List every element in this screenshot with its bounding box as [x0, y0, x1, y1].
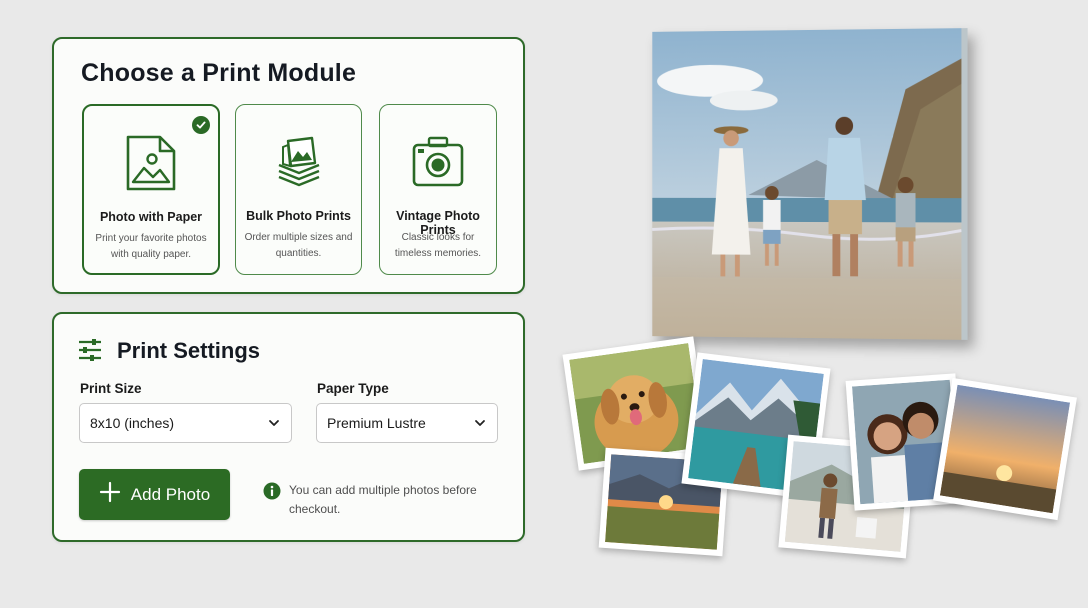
- check-icon: [192, 116, 210, 134]
- card-description: Order multiple sizes and quantities.: [244, 232, 353, 259]
- card-description: Print your favorite photos with quality …: [95, 233, 207, 260]
- paper-type-label: Paper Type: [317, 381, 389, 396]
- card-title: Photo with Paper: [99, 210, 203, 224]
- chevron-down-icon: [473, 416, 487, 430]
- sliders-icon: [78, 339, 102, 366]
- paper-type-value: Premium Lustre: [327, 415, 426, 431]
- image-file-icon: [84, 134, 218, 192]
- add-photo-button[interactable]: Add Photo: [79, 469, 230, 520]
- card-description: Classic looks for timeless memories.: [394, 232, 482, 259]
- plus-icon: [99, 481, 121, 508]
- card-bulk-photo-prints[interactable]: Bulk Photo Prints Order multiple sizes a…: [235, 104, 362, 275]
- print-module-panel: Choose a Print Module Photo with Paper P…: [52, 37, 525, 294]
- photo-stack-icon: [236, 133, 361, 191]
- module-panel-title: Choose a Print Module: [81, 59, 357, 87]
- paper-type-select[interactable]: Premium Lustre: [316, 403, 498, 443]
- card-photo-with-paper[interactable]: Photo with Paper Print your favorite pho…: [82, 104, 220, 275]
- card-title: Bulk Photo Prints: [246, 209, 351, 223]
- card-vintage-photo-prints[interactable]: Vintage Photo Prints Classic looks for t…: [379, 104, 497, 275]
- print-size-value: 8x10 (inches): [90, 415, 175, 431]
- info-icon: [263, 482, 281, 505]
- camera-icon: [380, 133, 496, 191]
- settings-panel-title: Print Settings: [117, 338, 261, 363]
- add-photo-label: Add Photo: [130, 484, 211, 504]
- info-text: You can add multiple photos before check…: [289, 483, 477, 516]
- chevron-down-icon: [267, 416, 281, 430]
- family-beach-canvas: [652, 28, 968, 340]
- sunset-sky-photo: [933, 377, 1077, 521]
- print-size-label: Print Size: [80, 381, 142, 396]
- print-size-select[interactable]: 8x10 (inches): [79, 403, 292, 443]
- print-settings-panel: Print Settings Print Size 8x10 (inches) …: [52, 312, 525, 542]
